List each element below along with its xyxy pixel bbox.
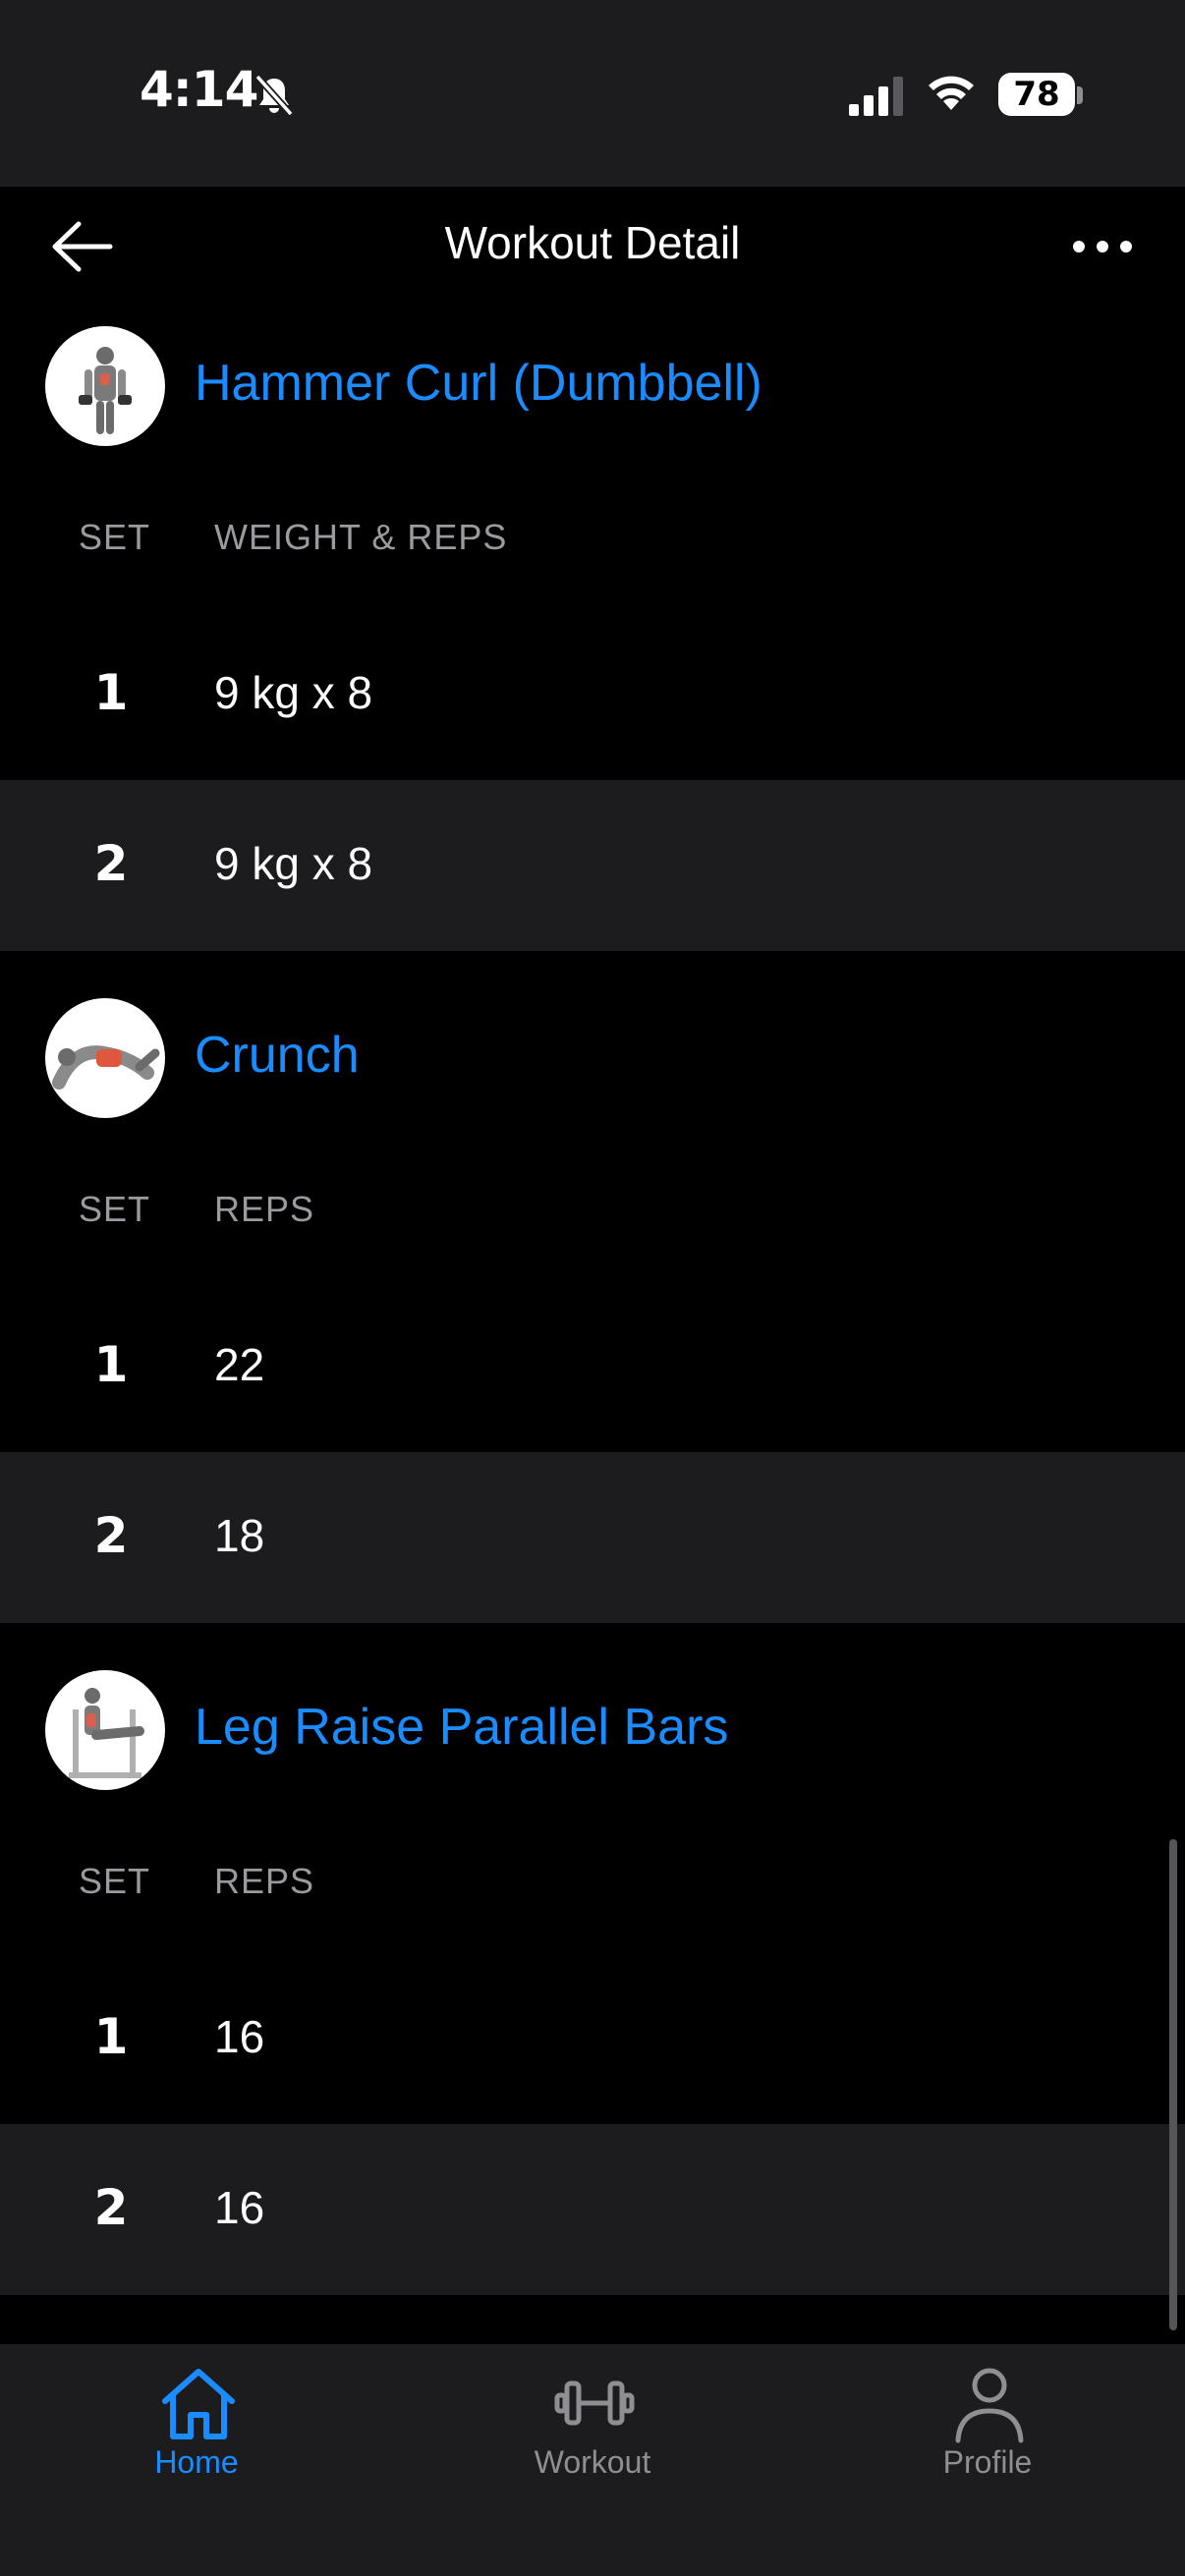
column-header-reps: REPS [214, 1861, 315, 1901]
set-number: 2 [93, 835, 129, 892]
tab-label: Home [154, 2444, 239, 2480]
column-header-weight-reps: WEIGHT & REPS [214, 517, 508, 557]
tab-workout[interactable]: Workout [445, 2344, 740, 2576]
status-time: 4:14 [140, 61, 258, 118]
set-value: 16 [214, 2182, 265, 2233]
column-header-set: SET [79, 517, 151, 557]
leg-raise-figure-icon [69, 1688, 144, 1778]
set-value: 18 [214, 1510, 265, 1561]
column-header-set: SET [79, 1861, 151, 1901]
home-icon [162, 2369, 235, 2439]
tab-label: Workout [534, 2444, 651, 2480]
tab-label: Profile [942, 2444, 1033, 2480]
set-row[interactable]: 1 16 [0, 1953, 1185, 2124]
profile-icon [955, 2368, 1024, 2443]
scrollbar[interactable] [1169, 1839, 1177, 2330]
column-header-reps: REPS [214, 1189, 315, 1229]
wifi-icon [929, 76, 974, 110]
exercise-thumbnail [45, 326, 165, 446]
set-number: 2 [93, 2179, 129, 2236]
dumbbell-icon [554, 2380, 635, 2426]
tab-bar: Home Workout Profile [0, 2344, 1185, 2576]
exercise-thumbnail [45, 998, 165, 1118]
exercise-header-hammer-curl[interactable]: Hammer Curl (Dumbbell) [0, 316, 1185, 454]
hammer-curl-figure-icon [79, 347, 132, 434]
more-options-icon[interactable] [1071, 234, 1134, 259]
set-value: 16 [214, 2011, 265, 2062]
crunch-figure-icon [52, 1045, 160, 1090]
tab-profile[interactable]: Profile [840, 2344, 1135, 2576]
column-header-set: SET [79, 1189, 151, 1229]
page-title: Workout Detail [444, 217, 741, 268]
set-row[interactable]: 2 18 [0, 1452, 1185, 1623]
set-number: 1 [93, 664, 129, 721]
exercise-title[interactable]: Hammer Curl (Dumbbell) [195, 354, 762, 413]
set-row[interactable]: 1 22 [0, 1281, 1185, 1452]
exercise-thumbnail [45, 1670, 165, 1790]
set-row[interactable]: 1 9 kg x 8 [0, 609, 1185, 780]
exercise-header-crunch[interactable]: Crunch [0, 988, 1185, 1126]
set-number: 1 [93, 2008, 129, 2065]
battery-indicator: 78 [998, 73, 1075, 116]
bell-off-icon [254, 74, 294, 117]
battery-level: 78 [1013, 75, 1060, 114]
set-value: 9 kg x 8 [214, 667, 373, 718]
set-number: 2 [93, 1507, 129, 1564]
exercise-title[interactable]: Crunch [195, 1026, 360, 1085]
set-value: 22 [214, 1339, 265, 1390]
set-value: 9 kg x 8 [214, 838, 373, 889]
exercise-title[interactable]: Leg Raise Parallel Bars [195, 1698, 728, 1757]
cellular-signal-icon [849, 77, 903, 116]
tab-home[interactable]: Home [49, 2344, 344, 2576]
exercise-header-leg-raise[interactable]: Leg Raise Parallel Bars [0, 1660, 1185, 1798]
set-number: 1 [93, 1336, 129, 1393]
set-row[interactable]: 2 16 [0, 2124, 1185, 2295]
set-row[interactable]: 2 9 kg x 8 [0, 780, 1185, 951]
battery-cap [1077, 86, 1083, 104]
status-bar: 4:14 78 Workout Detail [0, 0, 1185, 272]
